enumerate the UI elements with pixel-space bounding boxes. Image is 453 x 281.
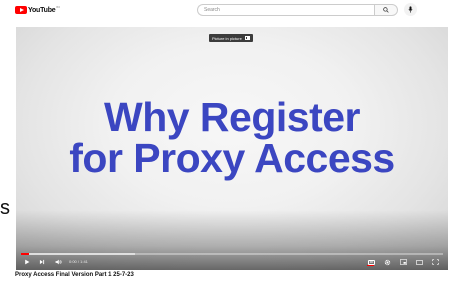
microphone-icon: [408, 6, 413, 13]
voice-search-button[interactable]: [404, 3, 417, 16]
settings-button[interactable]: [383, 258, 392, 266]
top-bar: YouTube IN: [0, 0, 453, 20]
picture-in-picture-icon: [244, 36, 250, 40]
skip-next-icon: [39, 259, 45, 265]
search-input[interactable]: [197, 3, 374, 16]
search-icon: [383, 6, 389, 13]
logo-text: YouTube: [28, 6, 56, 14]
subtitles-button[interactable]: CC: [367, 258, 376, 266]
miniplayer-icon: [400, 259, 407, 265]
youtube-play-logo-icon: [15, 6, 27, 14]
mute-button[interactable]: [54, 258, 63, 266]
volume-icon: [55, 259, 62, 265]
gear-icon: [384, 259, 391, 265]
miniplayer-button[interactable]: [399, 258, 408, 266]
progress-played: [21, 253, 30, 255]
video-frame-title: Why Register for Proxy Access: [16, 97, 448, 179]
partial-text-fragment: s: [0, 197, 10, 219]
next-button[interactable]: [38, 258, 46, 266]
play-button[interactable]: [23, 258, 31, 266]
youtube-logo[interactable]: YouTube IN: [15, 5, 60, 15]
fullscreen-icon: [432, 259, 439, 265]
captions-icon: CC: [368, 259, 375, 265]
play-icon: [25, 259, 30, 265]
video-player[interactable]: Why Register for Proxy Access Picture in…: [16, 27, 448, 270]
progress-bar[interactable]: [21, 253, 443, 255]
video-frame-title-line-1: Why Register: [104, 94, 361, 140]
theater-mode-icon: [416, 259, 423, 265]
fullscreen-button[interactable]: [431, 258, 440, 266]
captions-active-indicator: [367, 265, 374, 266]
pip-tooltip: Picture in picture: [209, 34, 253, 42]
search-button[interactable]: [374, 3, 398, 16]
search-bar: [197, 3, 417, 16]
video-title: Proxy Access Final Version Part 1 25-7-2…: [15, 272, 134, 278]
theater-mode-button[interactable]: [415, 258, 424, 266]
progress-buffered: [21, 253, 135, 255]
video-frame-title-line-2: for Proxy Access: [69, 135, 395, 181]
pip-tooltip-label: Picture in picture: [212, 35, 242, 41]
logo-country-code: IN: [56, 5, 60, 9]
time-display: 0:00 / 1:41: [69, 259, 88, 264]
